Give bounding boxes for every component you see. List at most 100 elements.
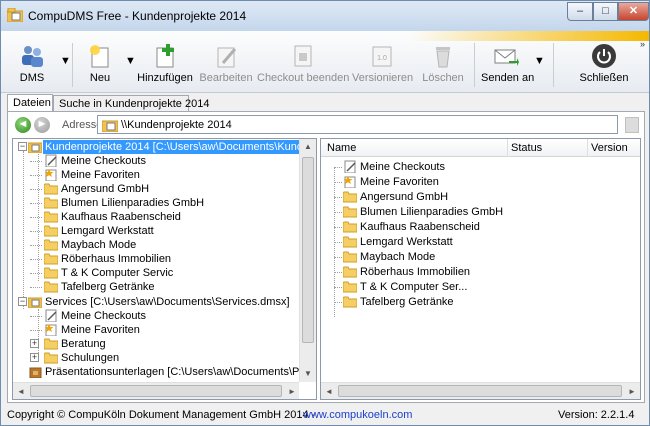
- tree-connector: [30, 175, 42, 176]
- collapse-icon[interactable]: −: [18, 142, 27, 151]
- scroll-thumb[interactable]: [30, 385, 282, 397]
- send-to-button[interactable]: Senden an: [481, 41, 535, 89]
- archive-icon: [29, 367, 42, 378]
- tree-item-label: Meine Favoriten: [61, 169, 140, 181]
- expand-icon[interactable]: +: [30, 339, 39, 348]
- list-connector: [334, 182, 342, 183]
- tree-connector: [30, 287, 42, 288]
- new-button[interactable]: Neu: [81, 41, 119, 89]
- folder-icon: [343, 266, 357, 278]
- scroll-up-icon[interactable]: ▲: [304, 142, 312, 151]
- toolbar-overflow-icon[interactable]: »: [640, 39, 645, 49]
- title-bar[interactable]: CompuDMS Free - Kundenprojekte 2014 – □ …: [1, 1, 649, 31]
- scroll-left-icon[interactable]: ◄: [325, 387, 333, 396]
- column-name-header[interactable]: Name: [327, 142, 356, 154]
- folder-icon: [343, 191, 357, 203]
- tree-connector: [30, 330, 42, 331]
- minimize-button[interactable]: –: [567, 2, 593, 21]
- tree-connector: [30, 316, 42, 317]
- column-divider[interactable]: [507, 139, 508, 157]
- tree-item-label: Präsentationsunterlagen [C:\Users\aw\Doc…: [45, 366, 310, 378]
- collapse-icon[interactable]: −: [18, 297, 27, 306]
- tree-item-label: Beratung: [61, 338, 106, 350]
- folder-icon: [343, 221, 357, 233]
- list-connector: [334, 272, 342, 273]
- folder-icon: [44, 281, 58, 293]
- website-link[interactable]: www.compukoeln.com: [303, 409, 412, 421]
- tree-connector: [30, 245, 42, 246]
- scroll-right-icon[interactable]: ►: [628, 387, 636, 396]
- folder-icon: [44, 338, 58, 350]
- archive-icon: [102, 120, 118, 132]
- checkout-end-label: Checkout beenden: [257, 72, 350, 84]
- files-panel: ◄ ► Adresse \\Kundenprojekte 2014 − Kund…: [7, 111, 645, 403]
- add-document-icon: [156, 44, 174, 68]
- folder-tree[interactable]: − Kundenprojekte 2014 [C:\Users\aw\Docum…: [12, 138, 317, 400]
- envelope-icon: [494, 49, 519, 66]
- send-to-dropdown-arrow-icon[interactable]: ▼: [534, 55, 545, 67]
- tree-item-label: Maybach Mode: [61, 239, 137, 251]
- new-dropdown-arrow-icon[interactable]: ▼: [125, 55, 136, 67]
- maximize-button[interactable]: □: [593, 2, 618, 21]
- toolbar-separator: [72, 43, 73, 87]
- close-document-label: Schließen: [579, 72, 629, 84]
- app-logo-icon: [7, 8, 23, 22]
- list-item-label: Angersund GmbH: [360, 191, 449, 203]
- send-to-label: Senden an: [481, 72, 535, 84]
- list-item-label: T & K Computer Ser...: [360, 281, 468, 293]
- column-status-header[interactable]: Status: [511, 142, 542, 154]
- close-document-button[interactable]: Schließen: [577, 41, 631, 89]
- favorites-icon: [343, 176, 356, 188]
- status-bar: Copyright © CompuKöln Dokument Managemen…: [1, 405, 649, 425]
- address-value: \\Kundenprojekte 2014: [121, 119, 232, 131]
- file-list[interactable]: Name Status Version Meine Checkouts Meine…: [320, 138, 641, 400]
- add-label: Hinzufügen: [137, 72, 193, 84]
- delete-button[interactable]: Löschen: [420, 41, 466, 89]
- versions-button[interactable]: 1.0 Versionieren: [352, 41, 413, 89]
- tree-item-label: Meine Checkouts: [61, 310, 146, 322]
- list-item-label: Kaufhaus Raabenscheid: [360, 221, 480, 233]
- toolbar: DMS ▼ Neu ▼ Hinzufügen Bearbeiten Checko…: [1, 31, 649, 93]
- checkout-end-button[interactable]: Checkout beenden: [257, 41, 349, 89]
- tree-item-label: Lemgard Werkstatt: [61, 225, 154, 237]
- accent-band: [409, 31, 649, 41]
- list-item-label: Meine Checkouts: [360, 161, 445, 173]
- back-button[interactable]: ◄: [15, 117, 31, 133]
- list-connector: [334, 287, 342, 288]
- scroll-right-icon[interactable]: ►: [288, 387, 296, 396]
- tree-item-label: Meine Checkouts: [61, 155, 146, 167]
- list-connector: [334, 197, 342, 198]
- scroll-left-icon[interactable]: ◄: [17, 387, 25, 396]
- dms-label: DMS: [19, 72, 45, 84]
- list-connector: [334, 227, 342, 228]
- address-go-icon[interactable]: [625, 117, 639, 133]
- column-version-header[interactable]: Version: [591, 142, 628, 154]
- folder-icon: [343, 281, 357, 293]
- tree-vertical-scrollbar[interactable]: ▲ ▼: [299, 139, 316, 382]
- tab-search[interactable]: Suche in Kundenprojekte 2014: [53, 95, 209, 112]
- add-button[interactable]: Hinzufügen: [136, 41, 194, 89]
- trash-icon: [436, 47, 450, 68]
- tree-item-label: Röberhaus Immobilien: [61, 253, 172, 265]
- close-window-button[interactable]: ✕: [618, 2, 649, 21]
- svg-text:1.0: 1.0: [377, 55, 387, 62]
- tree-connector: [38, 151, 39, 281]
- tree-connector: [30, 203, 42, 204]
- address-field[interactable]: \\Kundenprojekte 2014: [97, 115, 618, 134]
- column-divider[interactable]: [587, 139, 588, 157]
- folder-icon: [44, 197, 58, 209]
- list-horizontal-scrollbar[interactable]: ◄ ►: [321, 382, 640, 399]
- edit-button[interactable]: Bearbeiten: [198, 41, 254, 89]
- tree-horizontal-scrollbar[interactable]: ◄ ►: [13, 382, 299, 399]
- forward-button[interactable]: ►: [34, 117, 50, 133]
- edit-document-icon: [45, 154, 57, 167]
- tree-item-label: Schulungen: [61, 352, 120, 364]
- folder-icon: [44, 352, 58, 364]
- list-connector: [334, 167, 342, 168]
- scroll-thumb[interactable]: [338, 385, 622, 397]
- scroll-down-icon[interactable]: ▼: [304, 369, 312, 378]
- expand-icon[interactable]: +: [30, 353, 39, 362]
- scroll-thumb[interactable]: [302, 157, 314, 343]
- dms-menu-button[interactable]: DMS: [11, 41, 53, 89]
- dms-dropdown-arrow-icon[interactable]: ▼: [60, 55, 71, 67]
